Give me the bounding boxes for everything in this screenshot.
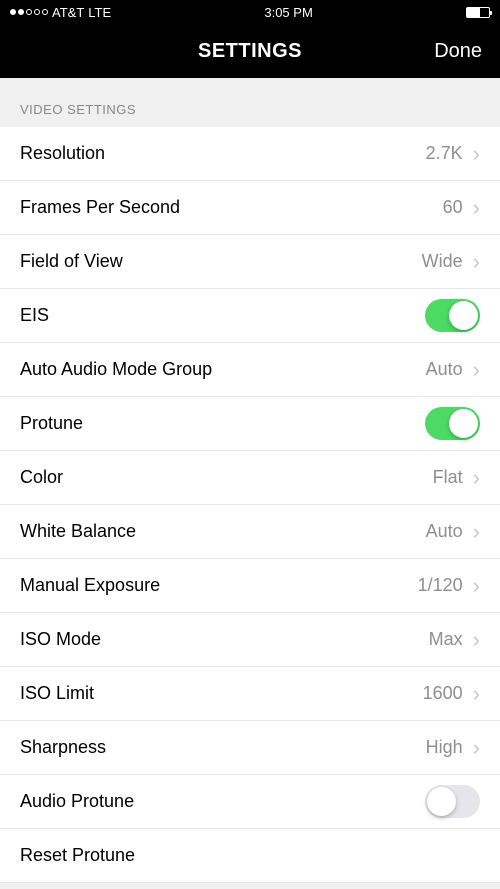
row-white-balance[interactable]: White Balance Auto › <box>0 505 500 559</box>
chevron-right-icon: › <box>473 141 480 167</box>
row-iso-mode[interactable]: ISO Mode Max › <box>0 613 500 667</box>
row-sharpness[interactable]: Sharpness High › <box>0 721 500 775</box>
row-value: Flat <box>433 467 463 488</box>
signal-strength-icon <box>10 9 48 15</box>
row-value: Wide <box>422 251 463 272</box>
row-label: ISO Limit <box>20 683 94 704</box>
row-audio-mode[interactable]: Auto Audio Mode Group Auto › <box>0 343 500 397</box>
status-right <box>466 7 490 18</box>
done-button[interactable]: Done <box>434 40 482 63</box>
row-color[interactable]: Color Flat › <box>0 451 500 505</box>
nav-bar: SETTINGS Done <box>0 24 500 78</box>
row-reset-protune[interactable]: Reset Protune <box>0 829 500 883</box>
row-label: Audio Protune <box>20 791 134 812</box>
row-label: Manual Exposure <box>20 575 160 596</box>
settings-list: Resolution 2.7K › Frames Per Second 60 ›… <box>0 127 500 883</box>
row-value: 1/120 <box>418 575 463 596</box>
row-value: Auto <box>426 359 463 380</box>
eis-toggle[interactable] <box>425 299 480 332</box>
network-label: LTE <box>88 5 111 20</box>
row-protune: Protune <box>0 397 500 451</box>
row-value: 60 <box>443 197 463 218</box>
row-label: Auto Audio Mode Group <box>20 359 212 380</box>
row-label: Field of View <box>20 251 123 272</box>
carrier-label: AT&T <box>52 5 84 20</box>
status-bar: AT&T LTE 3:05 PM <box>0 0 500 24</box>
chevron-right-icon: › <box>473 627 480 653</box>
row-manual-exposure[interactable]: Manual Exposure 1/120 › <box>0 559 500 613</box>
row-iso-limit[interactable]: ISO Limit 1600 › <box>0 667 500 721</box>
row-label: Frames Per Second <box>20 197 180 218</box>
row-fov[interactable]: Field of View Wide › <box>0 235 500 289</box>
page-title: SETTINGS <box>198 40 302 63</box>
row-label: Resolution <box>20 143 105 164</box>
row-label: Reset Protune <box>20 845 135 866</box>
chevron-right-icon: › <box>473 735 480 761</box>
chevron-right-icon: › <box>473 465 480 491</box>
row-eis: EIS <box>0 289 500 343</box>
row-fps[interactable]: Frames Per Second 60 › <box>0 181 500 235</box>
row-audio-protune: Audio Protune <box>0 775 500 829</box>
row-resolution[interactable]: Resolution 2.7K › <box>0 127 500 181</box>
audio-protune-toggle[interactable] <box>425 785 480 818</box>
chevron-right-icon: › <box>473 249 480 275</box>
protune-toggle[interactable] <box>425 407 480 440</box>
section-header: VIDEO SETTINGS <box>0 78 500 127</box>
chevron-right-icon: › <box>473 681 480 707</box>
row-value: Max <box>429 629 463 650</box>
row-label: Color <box>20 467 63 488</box>
row-value: 2.7K <box>426 143 463 164</box>
row-value: 1600 <box>423 683 463 704</box>
status-time: 3:05 PM <box>264 5 312 20</box>
row-label: ISO Mode <box>20 629 101 650</box>
chevron-right-icon: › <box>473 519 480 545</box>
status-left: AT&T LTE <box>10 5 111 20</box>
battery-icon <box>466 7 490 18</box>
row-value: Auto <box>426 521 463 542</box>
row-value: High <box>426 737 463 758</box>
row-label: Sharpness <box>20 737 106 758</box>
row-label: EIS <box>20 305 49 326</box>
chevron-right-icon: › <box>473 357 480 383</box>
chevron-right-icon: › <box>473 573 480 599</box>
chevron-right-icon: › <box>473 195 480 221</box>
row-label: White Balance <box>20 521 136 542</box>
row-label: Protune <box>20 413 83 434</box>
